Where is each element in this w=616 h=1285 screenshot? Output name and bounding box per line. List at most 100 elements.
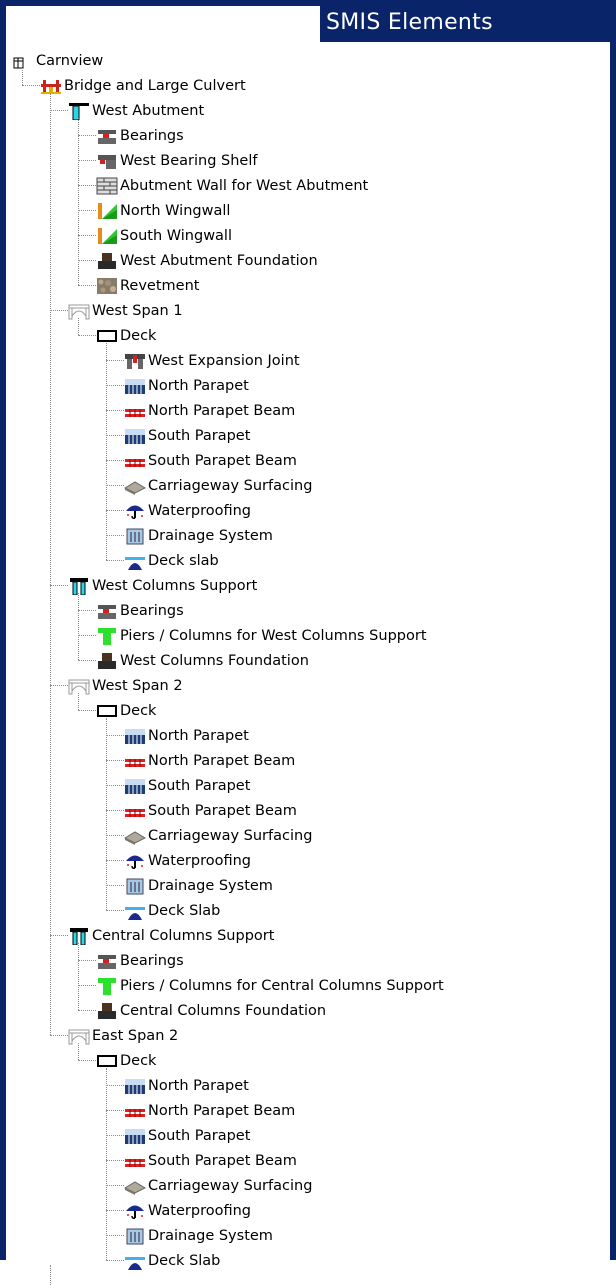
tree-node[interactable]: South Parapet (124, 773, 250, 798)
parapet-beam-icon (124, 402, 146, 420)
umbrella-icon (124, 852, 146, 870)
tree-connector-line (50, 93, 51, 1035)
tree-node[interactable]: North Parapet Beam (124, 398, 295, 423)
parapet-beam-icon (124, 752, 146, 770)
tree-node-label: South Parapet Beam (148, 1152, 297, 1169)
tree-node[interactable]: Revetment (96, 273, 199, 298)
tree-node[interactable]: North Parapet (124, 373, 249, 398)
tree-node[interactable]: Carnview (12, 48, 103, 73)
tree-node[interactable]: West Columns Support (68, 573, 257, 598)
tree-node[interactable]: Bridge and Large Culvert (40, 73, 246, 98)
tree-connector-line (78, 260, 96, 261)
element-tree[interactable]: Carnview Bridge and Large Culvert West Abu… (6, 44, 610, 1285)
tree-node-label: South Parapet Beam (148, 452, 297, 469)
tree-node[interactable]: Carriageway Surfacing (124, 823, 312, 848)
tree-node[interactable]: South Parapet (124, 423, 250, 448)
tree-node[interactable]: Bearings (96, 598, 184, 623)
umbrella-icon (124, 1202, 146, 1220)
tree-node[interactable]: Waterproofing (124, 1198, 251, 1223)
bearing-icon (96, 127, 118, 145)
tree-node[interactable]: Waterproofing (124, 848, 251, 873)
tree-node[interactable]: Deck Slab (124, 898, 220, 923)
tree-node[interactable]: Bearings (96, 123, 184, 148)
tree-connector-line (106, 1260, 124, 1261)
tree-node[interactable]: Carriageway Surfacing (124, 1173, 312, 1198)
tree-node-label: Deck Slab (148, 902, 221, 919)
tree-connector-line (78, 135, 96, 136)
tree-node[interactable]: South Parapet Beam (124, 798, 297, 823)
tree-node[interactable]: South Parapet (124, 1123, 250, 1148)
tree-node[interactable]: Carriageway Surfacing (124, 473, 312, 498)
tree-node-label: North Wingwall (120, 202, 231, 219)
tree-node[interactable]: East Span 2 (68, 1023, 178, 1048)
tree-node-label: North Parapet Beam (148, 402, 296, 419)
tree-connector-line (106, 385, 124, 386)
tree-node[interactable]: Waterproofing (124, 498, 251, 523)
tree-node-label: Deck (120, 327, 157, 344)
tree-connector-line (78, 635, 96, 636)
tree-node[interactable]: West Expansion Joint (124, 348, 300, 373)
tree-connector-line (78, 210, 96, 211)
tree-node[interactable]: Drainage System (124, 873, 273, 898)
tree-node-label: Piers / Columns for Central Columns Supp… (120, 977, 444, 994)
abutment-icon (68, 102, 90, 120)
tree-node-label: Deck (120, 1052, 157, 1069)
tree-node[interactable]: Piers / Columns for Central Columns Supp… (96, 973, 444, 998)
tree-node-label: Central Columns Support (92, 927, 275, 944)
tree-node-label: Carriageway Surfacing (148, 827, 313, 844)
tree-node[interactable]: South Parapet Beam (124, 1148, 297, 1173)
tree-connector-line (78, 710, 96, 711)
tree-connector-line (106, 435, 124, 436)
tree-node[interactable]: Drainage System (124, 1223, 273, 1248)
tree-node-label: Carnview (36, 52, 104, 69)
tree-node[interactable]: North Parapet Beam (124, 1098, 295, 1123)
tree-node[interactable]: Deck Slab (124, 1248, 220, 1273)
parapet-icon (124, 777, 146, 795)
tree-node[interactable]: West Span 1 (68, 298, 183, 323)
tree-connector-line (50, 585, 68, 586)
tree-connector-line (106, 718, 107, 910)
tree-node[interactable]: North Parapet Beam (124, 748, 295, 773)
tree-node[interactable]: Bearings (96, 948, 184, 973)
tree-node-label: West Abutment (92, 102, 205, 119)
wingwall-icon (96, 227, 118, 245)
tree-connector-line (78, 610, 96, 611)
umbrella-icon (124, 502, 146, 520)
pier-icon (96, 627, 118, 645)
tree-node[interactable]: West Abutment (68, 98, 204, 123)
tree-node[interactable]: Piers / Columns for West Columns Support (96, 623, 427, 648)
tree-node[interactable]: North Wingwall (96, 198, 230, 223)
deck-slab-icon (124, 902, 146, 920)
tree-node[interactable]: North Parapet (124, 1073, 249, 1098)
parapet-icon (124, 427, 146, 445)
tree-node[interactable]: South Parapet Beam (124, 448, 297, 473)
tree-node[interactable]: Abutment Wall for West Abutment (96, 173, 368, 198)
tree-connector-line (106, 910, 124, 911)
revetment-icon (96, 277, 118, 295)
tree-node[interactable]: West Columns Foundation (96, 648, 309, 673)
tree-connector-line (106, 810, 124, 811)
tree-connector-line (78, 318, 79, 335)
tree-node-label: Bearings (120, 602, 184, 619)
tree-node[interactable]: North Parapet (124, 723, 249, 748)
tree-node-label: Bearings (120, 952, 184, 969)
tree-node[interactable]: Central Columns Support (68, 923, 274, 948)
column-support-icon (68, 927, 90, 945)
tree-node[interactable]: West Bearing Shelf (96, 148, 257, 173)
tree-connector-line (22, 68, 23, 85)
tree-node-label: Waterproofing (148, 852, 251, 869)
tree-node[interactable]: West Abutment Foundation (96, 248, 318, 273)
tree-connector-line (106, 1110, 124, 1111)
tree-node[interactable]: South Wingwall (96, 223, 232, 248)
tree-node[interactable]: Drainage System (124, 523, 273, 548)
tree-connector-line (106, 1085, 124, 1086)
tree-node[interactable]: Central Columns Foundation (96, 998, 326, 1023)
tree-connector-line (106, 460, 124, 461)
tree-node-label: West Columns Foundation (120, 652, 309, 669)
tree-connector-line (78, 118, 79, 285)
surfacing-icon (124, 827, 146, 845)
tree-node[interactable]: Deck slab (124, 548, 219, 573)
tree-node[interactable]: West Span 2 (68, 673, 183, 698)
deck-slab-icon (124, 552, 146, 570)
parapet-beam-icon (124, 1102, 146, 1120)
